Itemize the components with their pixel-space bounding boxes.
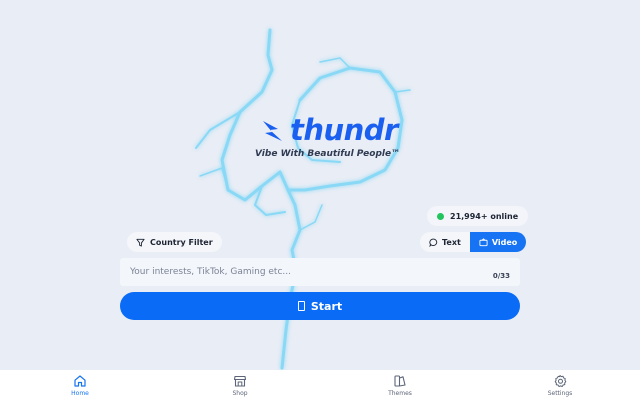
start-icon: [297, 301, 305, 311]
chat-bubble-icon: [429, 238, 438, 247]
brand-logo: thundr: [258, 116, 398, 145]
interests-char-count: 0/33: [492, 272, 510, 280]
nav-shop[interactable]: Shop: [160, 370, 320, 400]
thundr-bolt-icon: [263, 120, 282, 141]
themes-icon: [394, 374, 406, 387]
home-icon: [74, 374, 86, 387]
start-button[interactable]: Start: [120, 292, 520, 320]
mode-text-label: Text: [442, 237, 461, 247]
nav-home-label: Home: [71, 389, 89, 397]
nav-shop-label: Shop: [232, 389, 248, 397]
mode-video-button[interactable]: Video: [469, 232, 527, 252]
mode-video-label: Video: [491, 237, 518, 247]
brand-tagline: Vibe With Beautiful People™: [255, 149, 401, 159]
chat-mode-toggle: Text Video: [420, 232, 527, 252]
nav-settings-label: Settings: [547, 389, 573, 397]
app-root: thundr Vibe With Beautiful People™ 21,99…: [0, 0, 640, 400]
nav-themes-label: Themes: [388, 389, 412, 397]
bottom-nav: Home Shop Themes Settings: [0, 370, 640, 400]
mode-text-button[interactable]: Text: [420, 232, 470, 252]
shop-icon: [233, 375, 247, 387]
gear-icon: [554, 374, 567, 387]
brand-name: thundr: [290, 113, 398, 147]
country-filter-label: Country Filter: [150, 237, 213, 247]
interests-field: 0/33: [120, 258, 520, 286]
interests-input[interactable]: [120, 258, 520, 286]
online-count-text: 21,994+ online: [450, 211, 519, 221]
nav-home[interactable]: Home: [0, 370, 160, 400]
country-filter-button[interactable]: Country Filter: [127, 232, 222, 252]
video-icon: [479, 237, 488, 246]
start-label: Start: [310, 299, 343, 313]
nav-settings[interactable]: Settings: [480, 370, 640, 400]
filter-icon: [136, 238, 145, 247]
online-count-badge: 21,994+ online: [427, 206, 529, 226]
online-status-dot: [437, 212, 444, 220]
nav-themes[interactable]: Themes: [320, 370, 480, 400]
